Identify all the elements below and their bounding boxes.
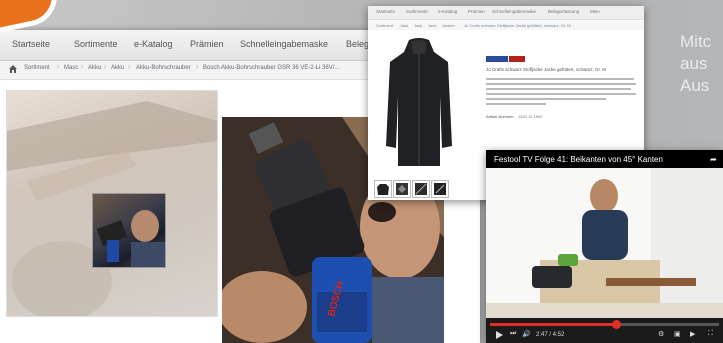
fullscreen-icon[interactable]: ⛶ (708, 330, 713, 338)
popup-breadcrumb-item[interactable]: Sortiment (376, 23, 393, 28)
home-icon[interactable] (8, 64, 18, 74)
popup-breadcrumb-item[interactable]: Jack (400, 23, 408, 28)
popup-breadcrumb: Sortiment Jack Jack Jack Jacken Jo Craft… (368, 21, 644, 30)
video-scene-image (486, 168, 723, 318)
jacket-thumbnail[interactable] (431, 180, 449, 198)
breadcrumb-separator: › (81, 64, 84, 71)
popup-nav-item[interactable]: Prämien (468, 9, 485, 14)
popup-nav-item[interactable]: Sortimente (406, 9, 428, 14)
product-title: Jo Crafts schwarz Stoffjacke Jacke gefüt… (486, 67, 606, 72)
volume-icon[interactable]: 🔊 (522, 330, 531, 338)
breadcrumb-item[interactable]: Sortiment (24, 65, 50, 71)
video-title[interactable]: Festool TV Folge 41: Beikanten von 45° K… (494, 155, 663, 164)
jacket-thumb-icon (377, 184, 389, 195)
breadcrumb-separator: › (57, 64, 60, 71)
share-icon[interactable]: ➦ (710, 155, 717, 164)
youtube-logo-icon[interactable]: ▶ (690, 330, 695, 338)
popup-nav-item[interactable]: Schnelleingabemaske (492, 9, 536, 14)
breadcrumb-separator: › (196, 64, 199, 71)
video-controls: ⏭ 🔊 2:47 / 4:52 ⚙ ▣ ▶ ⛶ (486, 318, 723, 343)
popup-breadcrumb-item[interactable]: Jack (428, 23, 436, 28)
settings-icon[interactable]: ⚙ (658, 330, 664, 338)
description-line (486, 98, 606, 100)
breadcrumb-item-current: Bosch Akku-Bohrschrauber GSR 36 VE-2-Li … (203, 65, 340, 71)
zoom-lens[interactable] (92, 193, 166, 268)
breadcrumb-item[interactable]: Akku (111, 65, 124, 71)
side-text-line: Aus (680, 76, 710, 95)
popup-breadcrumb-item-current: Jo Crafts schwarz Stoffjacke Jacke gefüt… (464, 23, 571, 28)
video-frame[interactable] (486, 168, 723, 318)
breadcrumb-separator: › (104, 64, 107, 71)
breadcrumb-item[interactable]: Akku-Bohrschrauber (136, 65, 191, 71)
popup-nav-item[interactable]: e-Katalog (438, 9, 457, 14)
popup-nav-item[interactable]: Belegerfassung (548, 9, 579, 14)
popup-nav-item[interactable]: Mein (590, 9, 600, 14)
jacket-thumb-icon (415, 183, 427, 195)
side-text-line: aus (680, 54, 708, 73)
jacket-thumbnail[interactable] (412, 180, 430, 198)
product-badge-blue (486, 56, 508, 62)
jacket-thumb-icon (396, 183, 408, 195)
side-text-line: Mitc (680, 32, 712, 51)
jacket-thumbnail[interactable] (393, 180, 411, 198)
next-icon[interactable]: ⏭ (510, 330, 516, 338)
breadcrumb-item[interactable]: Akku (88, 65, 101, 71)
product-badge-red (509, 56, 525, 62)
jacket-thumbnail[interactable] (374, 180, 392, 198)
jacket-image[interactable] (384, 36, 454, 174)
nav-item-startseite[interactable]: Startseite (12, 39, 50, 49)
jacket-thumb-icon (434, 183, 446, 195)
description-line (486, 78, 634, 80)
description-line (486, 83, 636, 85)
nav-item-sortimente[interactable]: Sortimente (74, 39, 118, 49)
video-player[interactable]: Festool TV Folge 41: Beikanten von 45° K… (486, 150, 723, 343)
popup-breadcrumb-item[interactable]: Jack (414, 23, 422, 28)
popup-breadcrumb-item[interactable]: Jacken (442, 23, 455, 28)
description-line (486, 103, 546, 105)
nav-item-praemien[interactable]: Prämien (190, 39, 224, 49)
breadcrumb-item[interactable]: Masc (64, 65, 78, 71)
zoom-lens-image (96, 210, 165, 267)
nav-item-schnelleingabemaske[interactable]: Schnelleingabemaske (240, 39, 328, 49)
video-progress-fill (490, 323, 616, 326)
quality-icon[interactable]: ▣ (674, 330, 681, 338)
video-progress-handle[interactable] (611, 320, 621, 329)
video-time: 2:47 / 4:52 (536, 332, 565, 338)
article-number-label: Artikel-Nummer (486, 114, 514, 119)
article-number-value: 1524 12 1900 (518, 114, 543, 119)
popup-navigation: Startseite Sortimente e-Katalog Prämien … (368, 6, 644, 20)
popup-nav-item[interactable]: Startseite (376, 9, 395, 14)
description-line (486, 93, 636, 95)
description-line (486, 88, 631, 90)
play-icon[interactable] (496, 331, 503, 339)
breadcrumb-separator: › (128, 64, 131, 71)
nav-item-ekatalog[interactable]: e-Katalog (134, 39, 173, 49)
